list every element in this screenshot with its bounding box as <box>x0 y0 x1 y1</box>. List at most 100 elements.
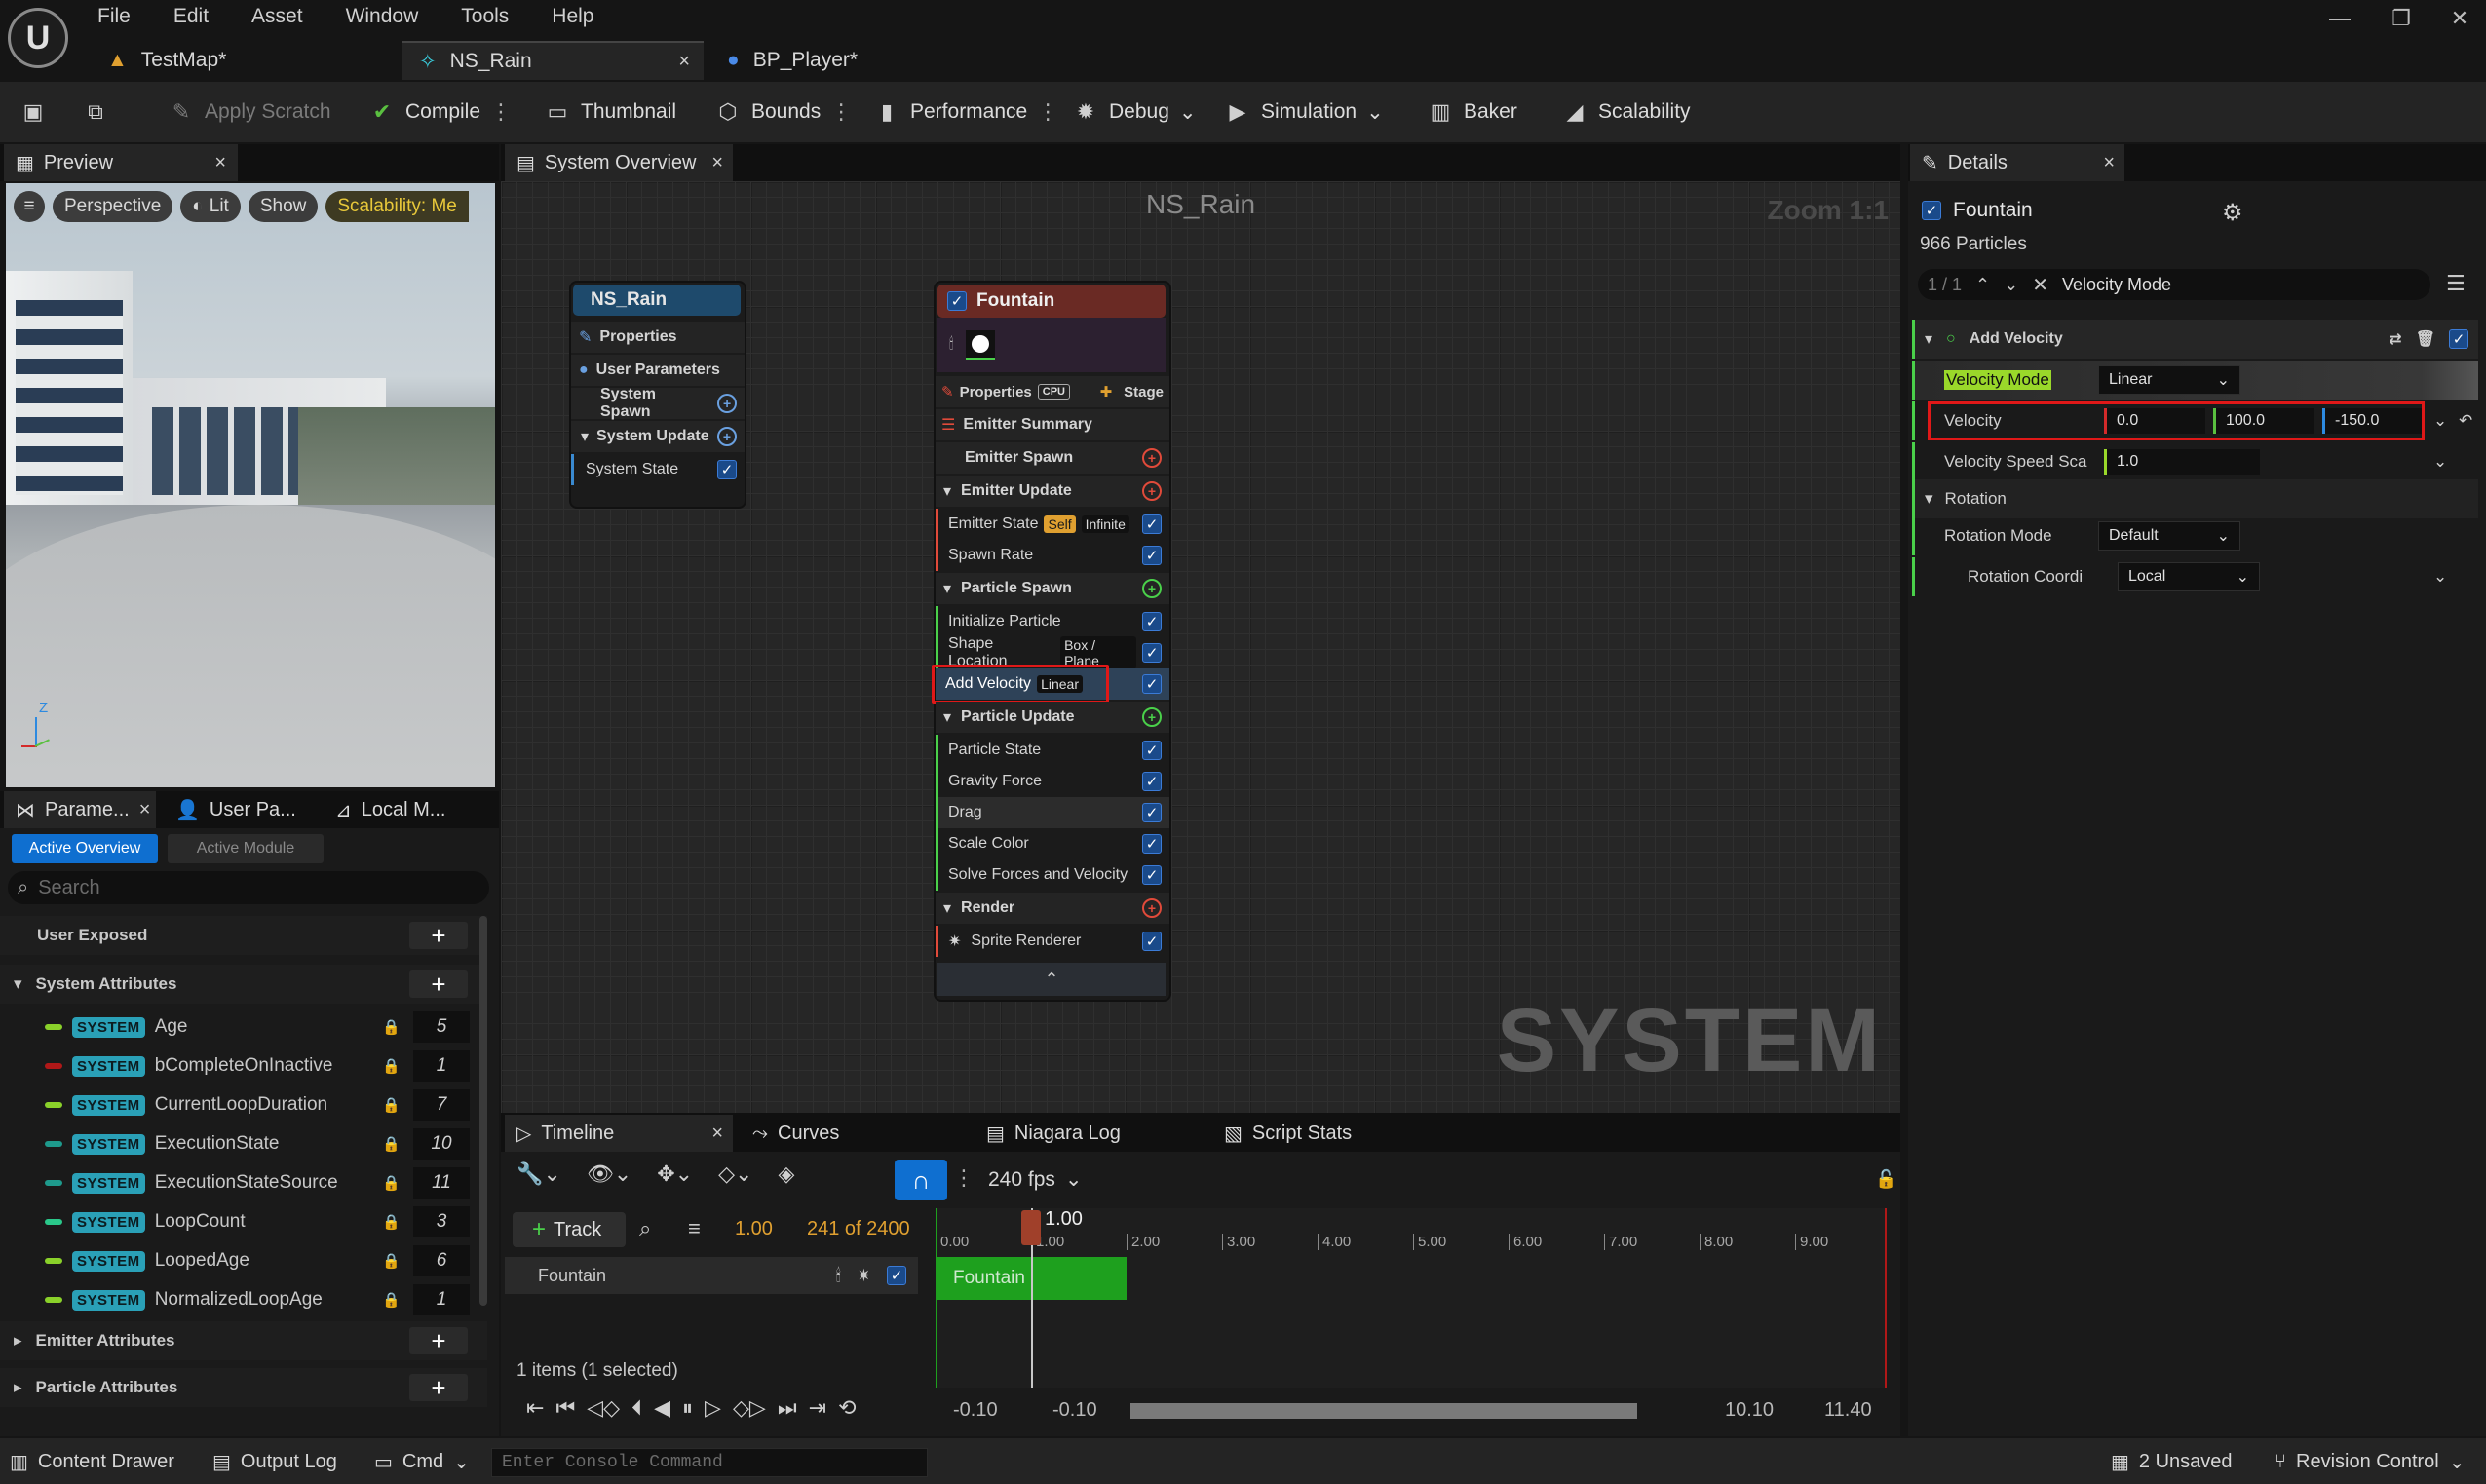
system-update-row[interactable]: ▾ System Update + <box>571 421 745 452</box>
timeline-scroll-thumb[interactable] <box>1130 1403 1637 1419</box>
add-track-button[interactable]: + Track <box>513 1212 626 1247</box>
delete-icon[interactable]: 🗑 <box>2416 329 2435 349</box>
tab-timeline[interactable]: ▷ Timeline × <box>505 1115 733 1152</box>
enabled-checkbox[interactable]: ✓ <box>1142 932 1162 951</box>
close-window-button[interactable]: ✕ <box>2440 6 2479 31</box>
expand-icon[interactable]: ⌄ <box>2433 567 2447 587</box>
doc-tab-ns-rain[interactable]: ✧ NS_Rain × <box>402 41 704 80</box>
parameters-search[interactable]: ⌕ Search <box>8 871 489 904</box>
baker-button[interactable]: ▥ Baker <box>1427 95 1517 129</box>
menu-window[interactable]: Window <box>346 5 419 28</box>
bounds-button[interactable]: ⬡ Bounds ⋮ <box>714 95 852 129</box>
play-icon[interactable]: ▷ <box>705 1395 721 1421</box>
emitter-node-header[interactable]: ✓ Fountain <box>937 285 1166 318</box>
particle-state-row[interactable]: Particle State ✓ <box>936 735 1169 766</box>
emitter-state-row[interactable]: Emitter State Self Infinite ✓ <box>936 509 1169 540</box>
track-row-fountain[interactable]: Fountain 🕯 ✷ ✓ <box>505 1257 918 1294</box>
add-renderer-icon[interactable]: + <box>1142 898 1162 918</box>
rotation-section[interactable]: ▾ Rotation <box>1912 479 2478 518</box>
loop-icon[interactable]: ⟲ <box>838 1395 856 1421</box>
system-state-row[interactable]: System State ✓ <box>571 454 745 485</box>
enabled-checkbox[interactable]: ✓ <box>717 460 737 479</box>
sprite-renderer-row[interactable]: ✷ Sprite Renderer ✓ <box>936 926 1169 957</box>
performance-button[interactable]: ▮ Performance ⋮ <box>873 95 1058 129</box>
emitter-enabled-checkbox[interactable]: ✓ <box>947 291 967 311</box>
tab-parameters[interactable]: ⋈ Parame... × <box>4 791 156 828</box>
chevron-down-icon[interactable]: ⌄ <box>2004 275 2018 295</box>
emitter-node[interactable]: ✓ Fountain 🕯 ✎ Properties CPU ✚ Stage ☰ … <box>932 283 1169 1000</box>
system-attribute-row[interactable]: SYSTEM CurrentLoopDuration 🔒 7 <box>0 1085 487 1124</box>
emitter-update-row[interactable]: ▾ Emitter Update + <box>936 476 1169 507</box>
collapse-node-button[interactable]: ⌃ <box>937 963 1166 996</box>
spawn-rate-row[interactable]: Spawn Rate ✓ <box>936 540 1169 571</box>
system-properties-row[interactable]: ✎ Properties <box>571 322 745 353</box>
active-module-tab[interactable]: Active Module <box>168 834 324 863</box>
enabled-checkbox[interactable]: ✓ <box>1142 834 1162 854</box>
jump-to-end-icon[interactable]: ⇥ <box>809 1395 826 1421</box>
shuffle-icon[interactable]: ⇄ <box>2389 329 2401 349</box>
cmd-dropdown[interactable]: ▭ Cmd ⌄ <box>374 1448 470 1475</box>
enabled-checkbox[interactable]: ✓ <box>1142 865 1162 885</box>
add-module-icon[interactable]: + <box>1142 579 1162 598</box>
lock-icon[interactable]: 🔓 <box>1875 1169 1896 1190</box>
stage-button[interactable]: Stage <box>1124 384 1164 400</box>
doc-tab-bp-player[interactable]: ● BP_Player* <box>709 41 1002 80</box>
emitter-summary-row[interactable]: ☰ Emitter Summary <box>936 409 1169 440</box>
add-system-attribute-button[interactable]: + <box>409 970 468 999</box>
chevron-up-icon[interactable]: ⌃ <box>1975 275 1990 295</box>
track-enabled-checkbox[interactable]: ✓ <box>887 1266 906 1285</box>
menu-help[interactable]: Help <box>552 5 593 28</box>
thumbnail-button[interactable]: ▭ Thumbnail <box>544 95 676 129</box>
system-attribute-row[interactable]: SYSTEM NormalizedLoopAge 🔒 1 <box>0 1280 487 1319</box>
render-row[interactable]: ▾ Render + <box>936 893 1169 924</box>
enabled-checkbox[interactable]: ✓ <box>1142 612 1162 631</box>
system-attribute-row[interactable]: SYSTEM ExecutionStateSource 🔒 11 <box>0 1163 487 1202</box>
enabled-checkbox[interactable]: ✓ <box>1142 772 1162 791</box>
add-velocity-row[interactable]: Add Velocity Linear ✓ <box>936 668 1169 700</box>
system-attribute-row[interactable]: SYSTEM ExecutionState 🔒 10 <box>0 1124 487 1163</box>
console-input[interactable]: Enter Console Command <box>491 1448 928 1477</box>
working-range-end[interactable]: 10.10 <box>1725 1399 1774 1422</box>
timeline-scrollbar[interactable] <box>1130 1403 1637 1419</box>
compile-button[interactable]: ✔ Compile ⋮ <box>368 95 512 129</box>
minimize-button[interactable]: — <box>2320 6 2359 31</box>
tab-local-modules[interactable]: ⊿ Local M... <box>324 791 489 828</box>
fps-dropdown[interactable]: 240 fps ⌄ <box>988 1167 1083 1192</box>
menu-file[interactable]: File <box>97 5 131 28</box>
solve-forces-row[interactable]: Solve Forces and Velocity ✓ <box>936 859 1169 891</box>
wrench-icon[interactable]: 🔧⌄ <box>516 1161 561 1187</box>
add-particle-attribute-button[interactable]: + <box>409 1373 468 1402</box>
search-input[interactable]: Velocity Mode <box>2062 275 2171 295</box>
output-log-button[interactable]: ▤ Output Log <box>212 1448 337 1475</box>
save-button[interactable]: ▣ <box>19 95 47 129</box>
content-drawer-button[interactable]: ▥ Content Drawer <box>10 1448 174 1475</box>
rotation-mode-dropdown[interactable]: Default ⌄ <box>2098 521 2240 551</box>
apply-scratch-button[interactable]: ✎ Apply Scratch <box>168 95 331 129</box>
parameters-scrollbar[interactable] <box>479 916 487 1306</box>
velocity-speed-scale-field[interactable]: 1.0 <box>2104 449 2260 475</box>
restore-button[interactable]: ❐ <box>2382 6 2421 31</box>
enabled-checkbox[interactable]: ✓ <box>1142 741 1162 760</box>
enabled-checkbox[interactable]: ✓ <box>1142 803 1162 822</box>
add-module-icon[interactable]: + <box>717 427 737 446</box>
viewport-menu-icon[interactable]: ≡ <box>14 191 45 222</box>
rotation-coordinate-row[interactable]: Rotation Coordi Local ⌄ ⌄ <box>1912 557 2478 596</box>
snap-magnet-button[interactable]: ∩ <box>895 1160 947 1200</box>
pin-icon[interactable]: 🕯 <box>836 1266 841 1286</box>
perspective-button[interactable]: Perspective <box>53 191 173 222</box>
pause-icon[interactable]: ⏸ <box>682 1395 693 1421</box>
performance-options-icon[interactable]: ⋮ <box>1037 99 1058 125</box>
revision-control-button[interactable]: ⑂ Revision Control ⌄ <box>2275 1448 2466 1475</box>
user-parameters-row[interactable]: ● User Parameters <box>571 355 745 386</box>
playhead-handle[interactable] <box>1021 1210 1041 1245</box>
system-node[interactable]: NS_Rain ✎ Properties ● User Parameters S… <box>571 283 745 507</box>
preview-viewport[interactable]: ≡ Perspective ◐ Lit Show Scalability: Me … <box>6 183 495 787</box>
system-node-title[interactable]: NS_Rain <box>573 285 741 316</box>
active-overview-tab[interactable]: Active Overview <box>12 834 158 863</box>
tab-niagara-log[interactable]: ▤ Niagara Log <box>975 1115 1189 1152</box>
system-attribute-row[interactable]: SYSTEM LoopCount 🔒 3 <box>0 1202 487 1241</box>
tab-script-stats[interactable]: ▧ Script Stats <box>1212 1115 1427 1152</box>
gravity-force-row[interactable]: Gravity Force ✓ <box>936 766 1169 797</box>
debug-button[interactable]: ✹ Debug ⌄ <box>1072 95 1197 129</box>
system-spawn-row[interactable]: System Spawn + <box>571 386 745 420</box>
